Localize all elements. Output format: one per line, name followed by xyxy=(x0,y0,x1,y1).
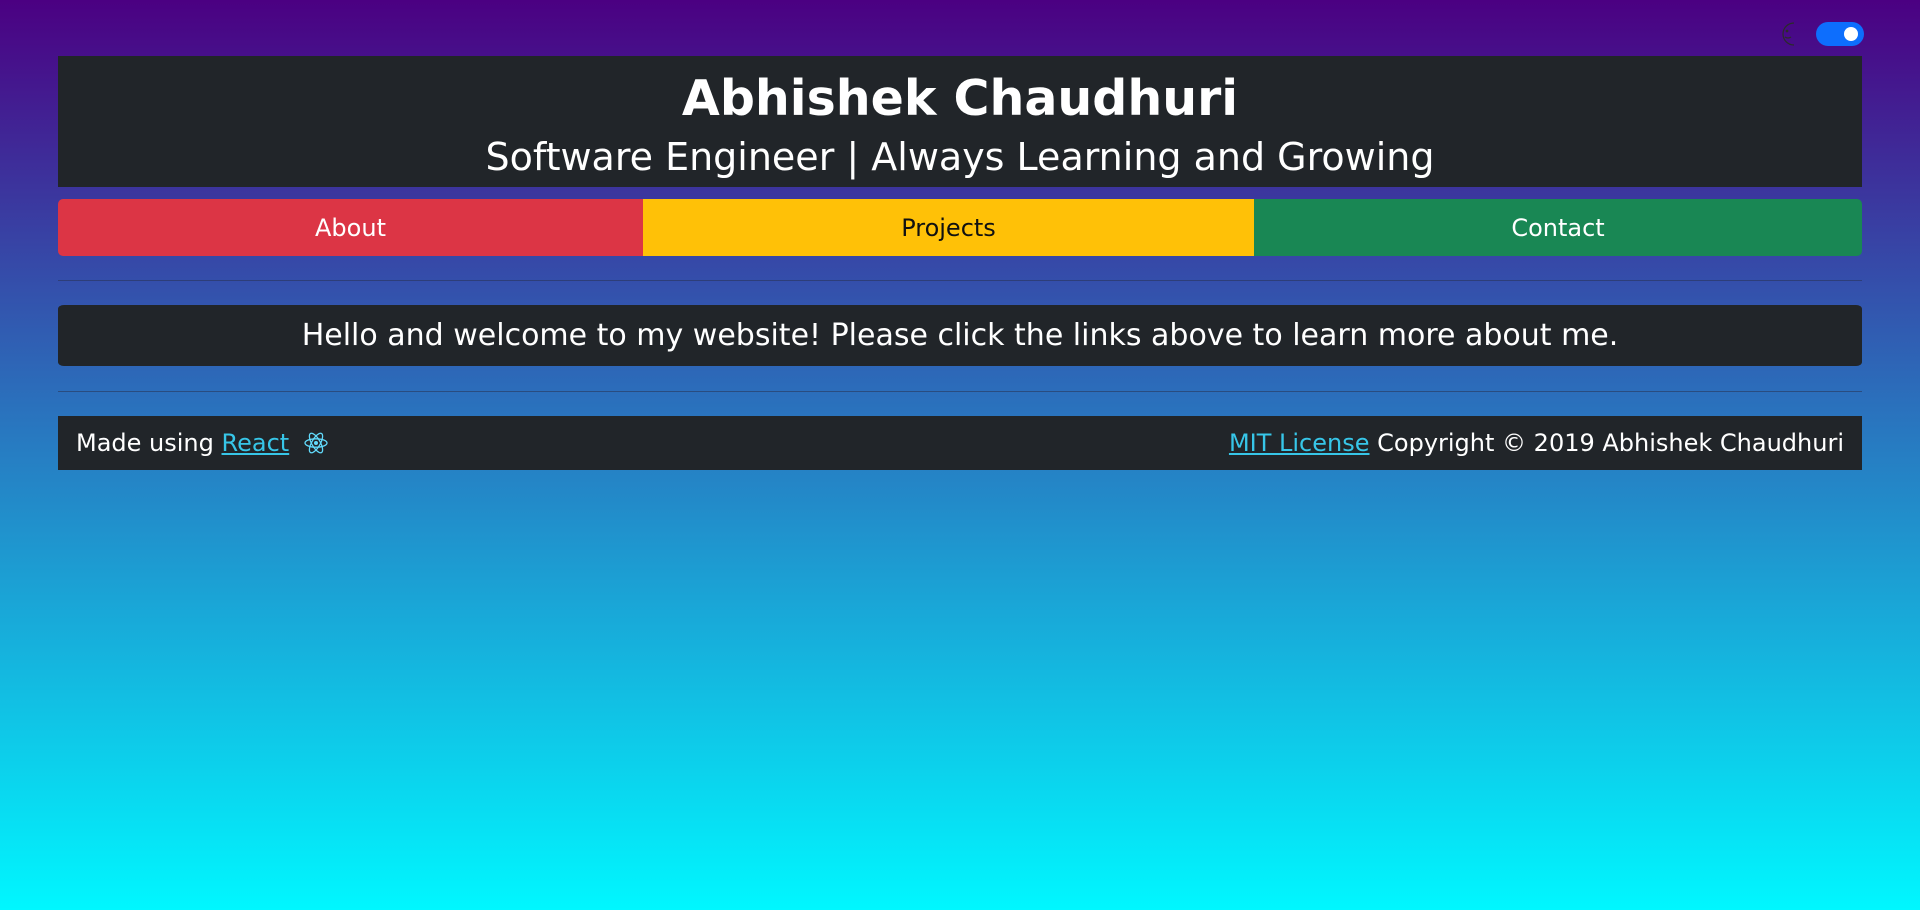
license-link[interactable]: MIT License xyxy=(1229,429,1370,457)
divider xyxy=(58,280,1862,281)
made-using-text: Made using xyxy=(76,429,214,457)
footer-left: Made using React xyxy=(76,429,329,457)
moon-icon xyxy=(1776,20,1800,48)
site-title: Abhishek Chaudhuri xyxy=(681,70,1239,127)
dark-mode-switch[interactable] xyxy=(1816,22,1864,46)
nav-projects-button[interactable]: Projects xyxy=(643,199,1254,256)
divider xyxy=(58,391,1862,392)
react-icon xyxy=(303,430,329,456)
nav-about-button[interactable]: About xyxy=(58,199,643,256)
site-tagline: Software Engineer | Always Learning and … xyxy=(485,135,1435,179)
site-header: Abhishek Chaudhuri Software Engineer | A… xyxy=(58,56,1862,187)
site-footer: Made using React MIT License Copyright ©… xyxy=(58,416,1862,470)
switch-knob xyxy=(1844,27,1858,41)
welcome-banner: Hello and welcome to my website! Please … xyxy=(58,305,1862,366)
nav-contact-button[interactable]: Contact xyxy=(1254,199,1862,256)
welcome-text: Hello and welcome to my website! Please … xyxy=(301,318,1619,353)
main-nav: About Projects Contact xyxy=(58,199,1862,256)
react-link[interactable]: React xyxy=(222,429,290,457)
copyright-text: Copyright © 2019 Abhishek Chaudhuri xyxy=(1377,429,1844,457)
theme-toggle xyxy=(1776,20,1864,48)
footer-right: MIT License Copyright © 2019 Abhishek Ch… xyxy=(1229,429,1844,457)
